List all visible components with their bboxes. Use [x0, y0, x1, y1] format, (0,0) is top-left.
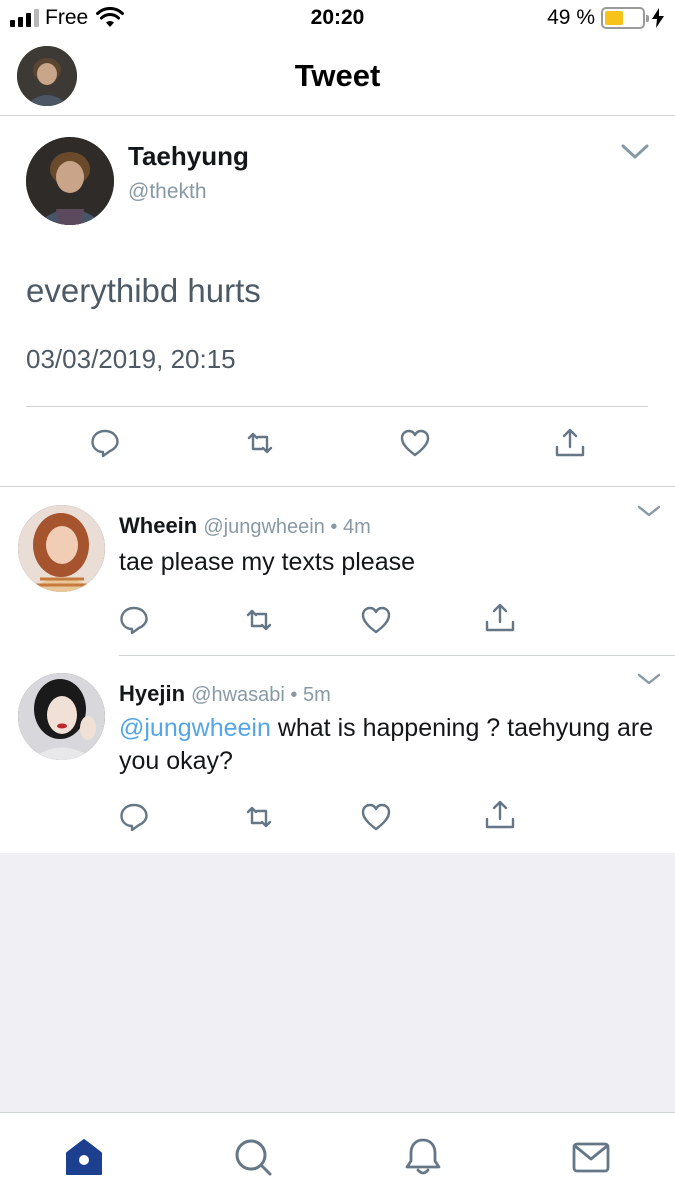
status-bar: Free 20:20 49 % [0, 0, 675, 38]
share-icon[interactable] [484, 799, 516, 831]
reply-icon[interactable] [89, 427, 121, 459]
reply-text: tae please my texts please [119, 546, 659, 579]
charging-icon [652, 8, 664, 28]
status-right: 49 % [547, 6, 665, 30]
home-icon[interactable] [64, 1137, 104, 1177]
like-icon[interactable] [360, 604, 392, 636]
chevron-down-icon[interactable] [637, 504, 661, 518]
battery-icon [601, 7, 649, 29]
like-icon[interactable] [360, 801, 392, 833]
retweet-icon[interactable] [243, 801, 275, 833]
reply-body: tae please my texts please [119, 548, 415, 576]
reply-text: @jungwheein what is happening ? taehyung… [119, 712, 659, 778]
author-meta: @jungwheein • 4m [203, 516, 371, 538]
author-name[interactable]: Wheein [119, 513, 197, 538]
like-icon[interactable] [399, 427, 431, 459]
battery-percent: 49 % [547, 6, 595, 29]
chevron-down-icon[interactable] [637, 672, 661, 686]
share-icon[interactable] [554, 427, 586, 459]
avatar[interactable] [18, 673, 105, 760]
notifications-icon[interactable] [403, 1137, 443, 1177]
empty-area [0, 853, 675, 1113]
author-name[interactable]: Taehyung [128, 141, 249, 172]
tweet-text: everythibd hurts [26, 272, 261, 309]
reply-tweet[interactable]: Wheein @jungwheein • 4m tae please my te… [0, 488, 675, 656]
retweet-icon[interactable] [244, 427, 276, 459]
page-title: Tweet [294, 58, 381, 93]
author-handle[interactable]: @thekth [128, 180, 207, 204]
main-tweet: Taehyung @thekth everythibd hurts 03/03/… [0, 117, 675, 487]
author-name[interactable]: Hyejin [119, 681, 185, 706]
chevron-down-icon[interactable] [621, 143, 649, 161]
reply-icon[interactable] [118, 801, 150, 833]
tab-bar [0, 1112, 675, 1200]
tweet-timestamp: 03/03/2019, 20:15 [26, 344, 236, 374]
avatar[interactable] [18, 505, 105, 592]
avatar[interactable] [26, 137, 114, 225]
author-meta: @hwasabi • 5m [191, 684, 331, 706]
mention-link[interactable]: @jungwheein [119, 714, 271, 742]
tweet-actions [0, 427, 675, 467]
retweet-icon[interactable] [243, 604, 275, 636]
nav-bar: Tweet [0, 38, 675, 116]
reply-tweet[interactable]: Hyejin @hwasabi • 5m @jungwheein what is… [0, 656, 675, 852]
search-icon[interactable] [233, 1137, 273, 1177]
reply-icon[interactable] [118, 604, 150, 636]
reply-header: Wheein @jungwheein • 4m [119, 513, 371, 539]
reply-header: Hyejin @hwasabi • 5m [119, 681, 331, 707]
divider [26, 406, 648, 407]
share-icon[interactable] [484, 602, 516, 634]
messages-icon[interactable] [571, 1137, 611, 1177]
